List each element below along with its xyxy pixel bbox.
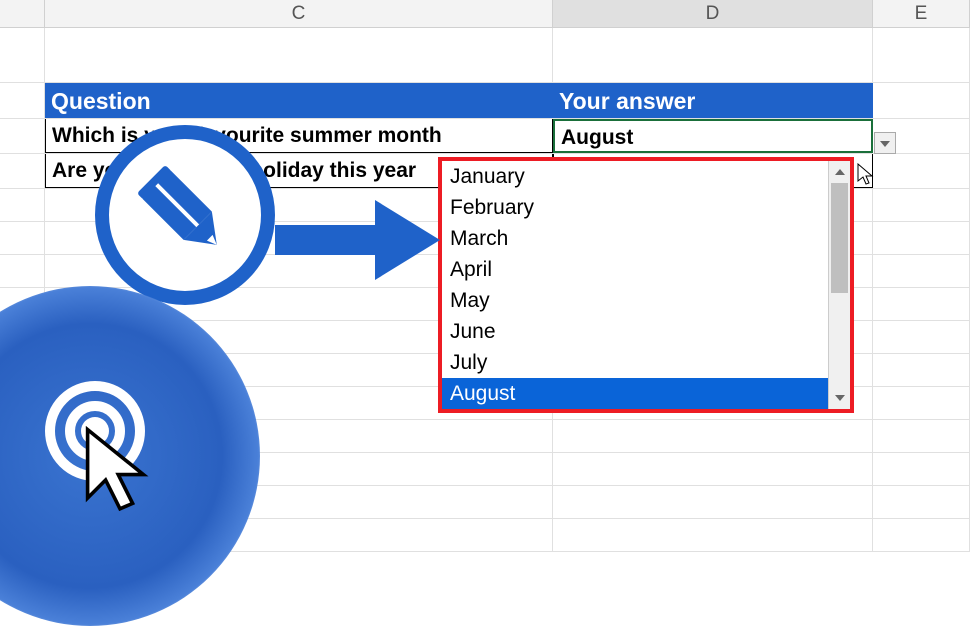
dropdown-item-selected[interactable]: August	[442, 378, 828, 409]
column-header-row: C D E	[0, 0, 970, 28]
cell-stub	[0, 119, 45, 153]
header-question[interactable]: Question	[45, 83, 553, 118]
edit-badge	[95, 125, 275, 305]
dropdown-toggle-button[interactable]	[874, 132, 896, 154]
scroll-down-icon[interactable]	[829, 387, 850, 409]
dropdown-item[interactable]: February	[442, 192, 828, 223]
empty-cell[interactable]	[873, 154, 970, 188]
mouse-cursor-icon	[857, 163, 875, 190]
scrollbar[interactable]	[828, 161, 850, 409]
empty-cell[interactable]	[553, 28, 873, 83]
dropdown-items: January February March April May June Ju…	[442, 161, 828, 409]
cell-stub	[0, 83, 45, 118]
header-answer[interactable]: Your answer	[553, 83, 873, 118]
blank-row	[0, 28, 970, 83]
arrow-icon	[275, 195, 445, 290]
dropdown-item[interactable]: May	[442, 285, 828, 316]
column-header-d[interactable]: D	[553, 0, 873, 27]
scroll-up-icon[interactable]	[829, 161, 850, 183]
cursor-icon	[80, 426, 160, 516]
dropdown-item[interactable]: June	[442, 316, 828, 347]
dropdown-item[interactable]: April	[442, 254, 828, 285]
table-header-row: Question Your answer	[0, 83, 970, 119]
scroll-thumb[interactable]	[831, 183, 848, 293]
cell-stub	[0, 28, 45, 83]
empty-cell[interactable]	[873, 28, 970, 83]
empty-cell[interactable]	[873, 83, 970, 118]
target-icon	[35, 381, 155, 501]
col-header-stub	[0, 0, 45, 27]
column-header-e[interactable]: E	[873, 0, 970, 27]
dropdown-item[interactable]: January	[442, 161, 828, 192]
column-header-c[interactable]: C	[45, 0, 553, 27]
dropdown-item[interactable]: March	[442, 223, 828, 254]
pencil-icon	[135, 163, 235, 268]
empty-cell[interactable]	[45, 28, 553, 83]
cell-stub	[0, 154, 45, 188]
answer-cell-selected[interactable]: August	[553, 119, 873, 153]
chevron-down-icon	[880, 134, 890, 152]
dropdown-item[interactable]: July	[442, 347, 828, 378]
dropdown-list: January February March April May June Ju…	[438, 157, 854, 413]
